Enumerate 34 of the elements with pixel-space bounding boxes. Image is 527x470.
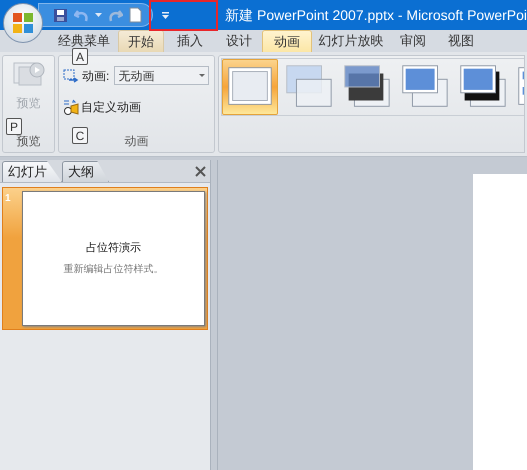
slide-title: 占位符演示 (86, 240, 141, 256)
slide-subtitle: 重新编辑占位符样式。 (64, 262, 164, 278)
animation-dropdown[interactable]: 无动画 (114, 66, 210, 85)
pane-tab[interactable]: 幻灯片 (2, 161, 62, 182)
keytip: A (72, 48, 88, 65)
ribbon-tab[interactable]: 审阅 (390, 30, 436, 52)
ribbon-tab[interactable]: 插入 (164, 30, 216, 52)
window-title: 新建 PowerPoint 2007.pptx - Microsoft PowerPoi (225, 6, 527, 25)
ribbon-tab[interactable]: 开始 (118, 30, 164, 52)
ribbon-tab[interactable]: 设计 (216, 30, 262, 52)
caret-icon (199, 74, 206, 78)
office-logo-icon (12, 12, 34, 34)
keytip: C (72, 127, 88, 144)
custom-animation-button[interactable]: 自定义动画 (63, 98, 210, 116)
save-icon (53, 8, 68, 22)
no-transition-thumbnail[interactable] (222, 59, 278, 115)
ribbon-tab[interactable]: 动画 (262, 30, 312, 52)
pane-tab[interactable]: 大纲 (62, 161, 109, 182)
animate-icon (63, 68, 79, 82)
ribbon-tab[interactable]: 幻灯片放映 (312, 30, 390, 52)
animate-label: 动画: (82, 68, 110, 84)
redo-icon (108, 8, 123, 22)
undo-icon (74, 8, 89, 22)
close-icon[interactable] (195, 166, 206, 177)
customize-toolbar-icon (161, 10, 170, 20)
group-label: 预览 (16, 133, 40, 150)
slide-thumbnail-row[interactable]: 1 占位符演示 重新编辑占位符样式。 (2, 187, 208, 330)
ribbon-tab[interactable]: 视图 (436, 30, 486, 52)
new-document-icon (129, 7, 142, 23)
caret-icon (95, 12, 102, 18)
group-label: 动画 (124, 133, 148, 150)
keytip: P (6, 118, 22, 135)
speaker-icon (63, 99, 79, 115)
slide-number: 1 (5, 192, 12, 206)
